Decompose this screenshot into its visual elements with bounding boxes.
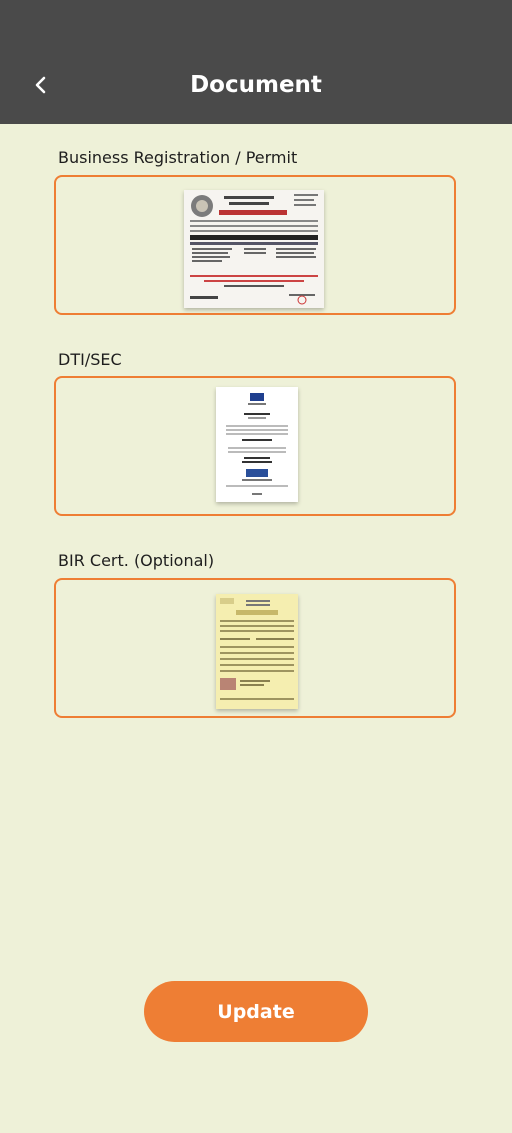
- dti-sec-card[interactable]: [54, 376, 456, 516]
- dti-sec-thumbnail: [216, 387, 298, 502]
- business-permit-card[interactable]: [54, 175, 456, 315]
- dti-sec-label: DTI/SEC: [58, 350, 122, 369]
- business-permit-thumbnail: [184, 190, 324, 308]
- top-app-bar: Document: [0, 0, 512, 124]
- update-button[interactable]: Update: [144, 981, 368, 1042]
- business-permit-label: Business Registration / Permit: [58, 148, 298, 167]
- bir-cert-label: BIR Cert. (Optional): [58, 551, 215, 570]
- bir-cert-card[interactable]: [54, 578, 456, 718]
- page-title: Document: [190, 72, 322, 98]
- bir-cert-thumbnail: [216, 594, 298, 709]
